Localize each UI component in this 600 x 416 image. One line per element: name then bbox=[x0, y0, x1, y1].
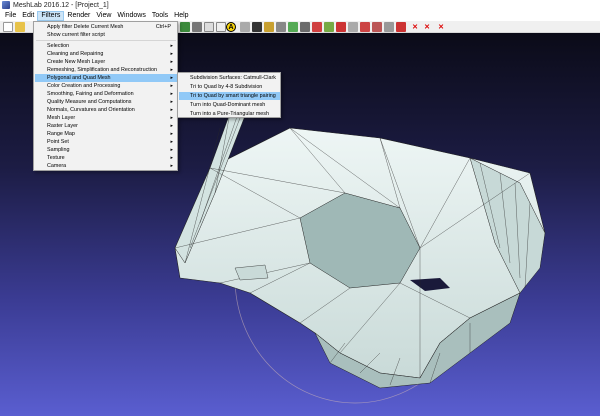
menu-edit[interactable]: Edit bbox=[19, 11, 37, 21]
color-icon[interactable] bbox=[252, 22, 262, 32]
reload-icon[interactable] bbox=[180, 22, 190, 32]
menu-bar: File Edit Filters Render View Windows To… bbox=[0, 10, 600, 21]
menu-separator bbox=[36, 40, 176, 41]
delete-vertices-icon[interactable]: ✕ bbox=[410, 22, 420, 32]
menu-mesh-layer[interactable]: Mesh Layer ▸ bbox=[35, 114, 177, 122]
submenu-tri-to-quad-pairing[interactable]: Tri to Quad by smart triangle pairing bbox=[179, 92, 280, 100]
texture-paint-icon[interactable] bbox=[300, 22, 310, 32]
submenu-catmull-clark[interactable]: Subdivision Surfaces: Catmull-Clark bbox=[179, 74, 280, 82]
menu-filters[interactable]: Filters bbox=[37, 10, 65, 21]
meshlab-app-icon bbox=[2, 1, 10, 9]
menu-normals[interactable]: Normals, Curvatures and Orientation ▸ bbox=[35, 106, 177, 114]
menu-view[interactable]: View bbox=[93, 11, 114, 21]
submenu-tri-to-quad-4-8[interactable]: Tri to Quad by 4-8 Subdivision bbox=[179, 83, 280, 91]
menu-create-layer[interactable]: Create New Mesh Layer ▸ bbox=[35, 58, 177, 66]
menu-texture[interactable]: Texture ▸ bbox=[35, 154, 177, 162]
manipulator-icon[interactable] bbox=[384, 22, 394, 32]
menu-range-map[interactable]: Range Map ▸ bbox=[35, 130, 177, 138]
menu-polygonal-quad[interactable]: Polygonal and Quad Mesh ▸ bbox=[35, 74, 177, 82]
wireframe-icon[interactable] bbox=[240, 22, 250, 32]
menu-cleaning[interactable]: Cleaning and Repairing ▸ bbox=[35, 50, 177, 58]
polygonal-quad-submenu: Subdivision Surfaces: Catmull-Clark Tri … bbox=[177, 72, 281, 118]
bounding-box-icon[interactable] bbox=[216, 22, 226, 32]
menu-raster-layer[interactable]: Raster Layer ▸ bbox=[35, 122, 177, 130]
open-icon[interactable] bbox=[15, 22, 25, 32]
z-paint-icon[interactable] bbox=[324, 22, 334, 32]
menu-show-filter-script[interactable]: Show current filter script bbox=[35, 31, 177, 39]
select-faces-icon[interactable] bbox=[336, 22, 346, 32]
menu-file[interactable]: File bbox=[2, 11, 19, 21]
menu-render[interactable]: Render bbox=[64, 11, 93, 21]
select-conn-icon[interactable] bbox=[360, 22, 370, 32]
menu-camera[interactable]: Camera ▸ bbox=[35, 162, 177, 170]
snapshot-icon[interactable] bbox=[204, 22, 214, 32]
select-vertices-icon[interactable] bbox=[348, 22, 358, 32]
menu-point-set[interactable]: Point Set ▸ bbox=[35, 138, 177, 146]
pick-icon[interactable] bbox=[276, 22, 286, 32]
menu-smoothing[interactable]: Smoothing, Fairing and Deformation ▸ bbox=[35, 90, 177, 98]
align-icon[interactable] bbox=[312, 22, 322, 32]
window-title: MeshLab 2016.12 - [Project_1] bbox=[13, 1, 109, 9]
new-project-icon[interactable] bbox=[3, 22, 13, 32]
select-region-icon[interactable] bbox=[372, 22, 382, 32]
menu-quality[interactable]: Quality Measure and Computations ▸ bbox=[35, 98, 177, 106]
menu-remeshing[interactable]: Remeshing, Simplification and Reconstruc… bbox=[35, 66, 177, 74]
menu-tools[interactable]: Tools bbox=[149, 11, 171, 21]
menu-help[interactable]: Help bbox=[171, 11, 191, 21]
paint-icon[interactable] bbox=[288, 22, 298, 32]
delete-selected-icon[interactable]: ✕ bbox=[436, 22, 446, 32]
menu-sampling[interactable]: Sampling ▸ bbox=[35, 146, 177, 154]
menu-apply-last-filter[interactable]: Apply filter Delete Current Mesh Ctrl+P bbox=[35, 23, 177, 31]
menu-windows[interactable]: Windows bbox=[114, 11, 148, 21]
submenu-pure-triangular[interactable]: Turn into a Pure-Triangular mesh bbox=[179, 110, 280, 118]
title-bar: MeshLab 2016.12 - [Project_1] bbox=[0, 0, 600, 10]
delete-faces-icon[interactable] bbox=[396, 22, 406, 32]
measure-icon[interactable] bbox=[264, 22, 274, 32]
menu-selection[interactable]: Selection ▸ bbox=[35, 42, 177, 50]
delete-all-icon[interactable]: ✕ bbox=[422, 22, 432, 32]
info-icon[interactable]: A bbox=[226, 22, 236, 32]
submenu-quad-dominant[interactable]: Turn into Quad-Dominant mesh bbox=[179, 101, 280, 109]
menu-color-creation[interactable]: Color Creation and Processing ▸ bbox=[35, 82, 177, 90]
filters-dropdown: Apply filter Delete Current Mesh Ctrl+P … bbox=[33, 21, 178, 171]
save-icon[interactable] bbox=[192, 22, 202, 32]
